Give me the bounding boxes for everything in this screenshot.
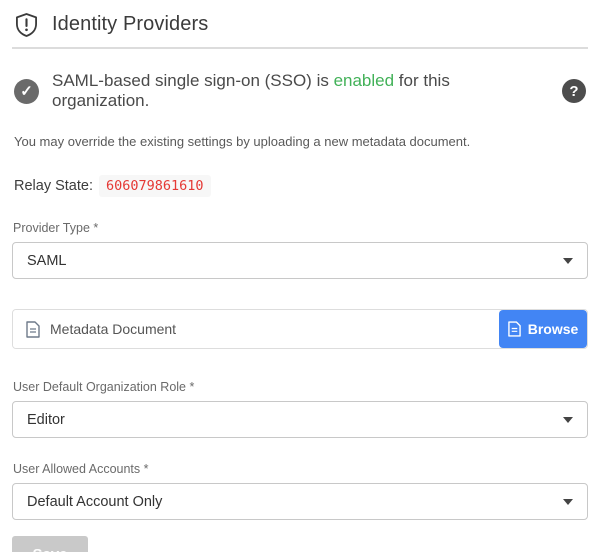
- provider-type-value: SAML: [27, 253, 67, 269]
- check-icon: ✓: [14, 79, 39, 104]
- browse-button[interactable]: Browse: [499, 310, 587, 348]
- identity-providers-page: Identity Providers ✓ SAML-based single s…: [0, 0, 600, 552]
- default-role-label: User Default Organization Role *: [12, 380, 588, 394]
- default-role-value: Editor: [27, 412, 65, 428]
- save-button[interactable]: Save: [12, 536, 88, 552]
- chevron-down-icon: [563, 499, 573, 505]
- page-title: Identity Providers: [52, 13, 208, 36]
- provider-type-label: Provider Type *: [12, 221, 588, 235]
- default-role-select[interactable]: Editor: [12, 401, 588, 438]
- relay-state-value: 606079861610: [99, 175, 211, 197]
- allowed-accounts-field: User Allowed Accounts * Default Account …: [12, 462, 588, 520]
- browse-button-label: Browse: [528, 321, 579, 337]
- default-role-field: User Default Organization Role * Editor: [12, 380, 588, 438]
- document-icon: [508, 321, 521, 337]
- provider-type-select[interactable]: SAML: [12, 242, 588, 279]
- relay-state-row: Relay State: 606079861610: [12, 175, 588, 197]
- page-header: Identity Providers: [12, 0, 588, 49]
- provider-type-field: Provider Type * SAML: [12, 221, 588, 279]
- status-enabled-text: enabled: [334, 71, 395, 90]
- override-note: You may override the existing settings b…: [12, 134, 588, 149]
- chevron-down-icon: [563, 258, 573, 264]
- status-text-before: SAML-based single sign-on (SSO) is: [52, 71, 334, 90]
- shield-exclamation-icon: [14, 11, 39, 38]
- allowed-accounts-label: User Allowed Accounts *: [12, 462, 588, 476]
- metadata-document-input[interactable]: Metadata Document: [13, 310, 499, 348]
- relay-state-label: Relay State:: [14, 178, 93, 194]
- chevron-down-icon: [563, 417, 573, 423]
- metadata-document-row: Metadata Document Browse: [12, 309, 588, 349]
- metadata-document-placeholder: Metadata Document: [50, 321, 176, 337]
- document-icon: [26, 321, 40, 338]
- sso-status-row: ✓ SAML-based single sign-on (SSO) is ena…: [12, 71, 588, 111]
- sso-status-text: SAML-based single sign-on (SSO) is enabl…: [52, 71, 549, 111]
- allowed-accounts-value: Default Account Only: [27, 494, 162, 510]
- help-icon[interactable]: ?: [562, 79, 586, 103]
- allowed-accounts-select[interactable]: Default Account Only: [12, 483, 588, 520]
